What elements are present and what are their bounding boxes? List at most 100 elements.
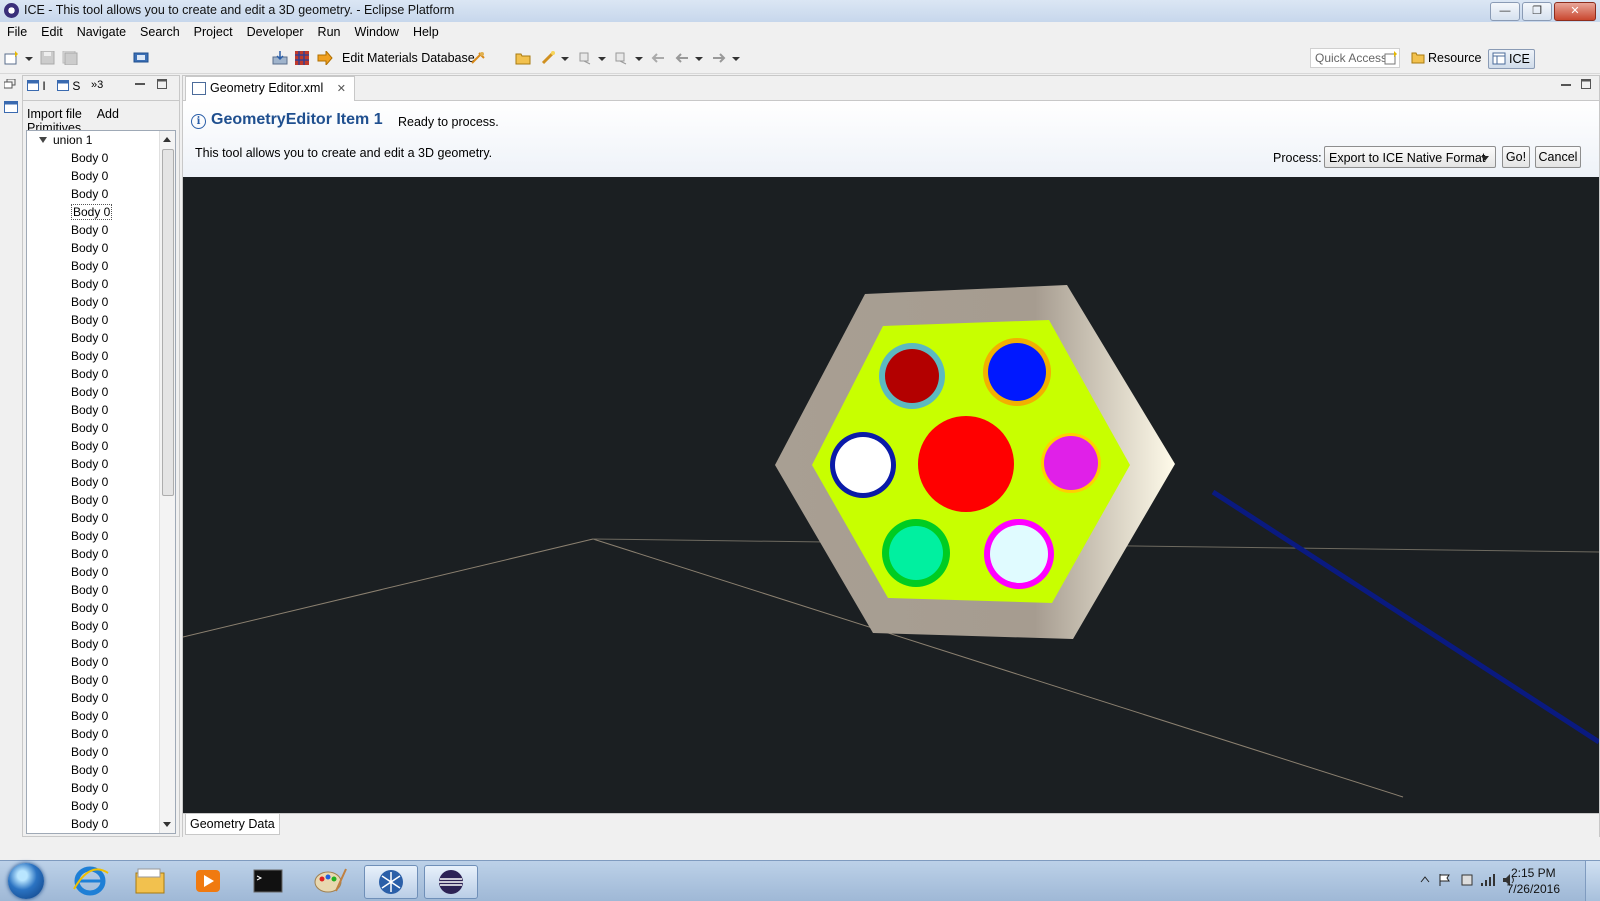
run-icon[interactable] [540, 51, 556, 65]
tree-item-body[interactable]: Body 0 [27, 257, 159, 275]
close-tab-icon[interactable]: ✕ [337, 83, 346, 95]
tab-s[interactable]: S [57, 79, 80, 93]
print-icon[interactable] [133, 51, 149, 65]
maximize-view-icon[interactable] [157, 79, 167, 89]
tree-item-body[interactable]: Body 0 [27, 707, 159, 725]
tree-item-body[interactable]: Body 0 [27, 671, 159, 689]
minimize-view-icon[interactable] [135, 80, 145, 88]
system-clock[interactable]: 2:15 PM 7/26/2016 [1507, 865, 1560, 897]
show-desktop-button[interactable] [1585, 861, 1600, 901]
save-icon[interactable] [40, 51, 56, 65]
open-folder-icon[interactable] [515, 51, 531, 65]
back-icon[interactable] [674, 51, 690, 65]
back-dropdown-icon[interactable] [694, 51, 704, 65]
tree-item-body[interactable]: Body 0 [27, 239, 159, 257]
process-select[interactable]: Export to ICE Native Format [1324, 146, 1496, 168]
run-dropdown-icon[interactable] [560, 51, 570, 65]
minimize-button[interactable]: — [1490, 2, 1520, 21]
edit-materials-database-button[interactable]: Edit Materials Database [342, 51, 475, 65]
prev-annotation-dropdown-icon[interactable] [634, 51, 644, 65]
tree-item-body[interactable]: Body 0 [27, 563, 159, 581]
tree-item-body[interactable]: Body 0 [27, 329, 159, 347]
network-icon[interactable] [1480, 873, 1496, 887]
menu-search[interactable]: Search [133, 22, 187, 42]
tree-item-body[interactable]: Body 0 [27, 545, 159, 563]
tree-item-body[interactable]: Body 0 [27, 779, 159, 797]
tree-item-body[interactable]: Body 0 [27, 311, 159, 329]
rod-white-fuel[interactable] [835, 437, 891, 493]
eclipse-taskbar-icon[interactable] [424, 865, 478, 899]
tree-item-body[interactable]: Body 0 [27, 833, 159, 834]
device-icon[interactable] [1460, 873, 1474, 887]
start-button[interactable] [8, 863, 44, 899]
tree-item-body[interactable]: Body 0 [27, 455, 159, 473]
import-file-button[interactable]: Import file [27, 107, 82, 121]
tree-item-body[interactable]: Body 0 [27, 149, 159, 167]
tree-item-body[interactable]: Body 0 [27, 293, 159, 311]
menu-edit[interactable]: Edit [34, 22, 70, 42]
rod-green-fuel[interactable] [889, 526, 943, 580]
tree-item-body[interactable]: Body 0 [27, 365, 159, 383]
tree-item-body[interactable]: Body 0 [27, 167, 159, 185]
tab-i[interactable]: I [27, 79, 46, 93]
tree-item-body[interactable]: Body 0 [27, 473, 159, 491]
scroll-up-arrow-icon[interactable] [163, 137, 171, 142]
command-prompt-icon[interactable] [242, 865, 294, 897]
arrow-right-icon[interactable] [317, 51, 333, 65]
tab-geometry-data[interactable]: Geometry Data [185, 814, 280, 835]
tree-item-body[interactable]: Body 0 [27, 599, 159, 617]
tree-scrollbar[interactable] [159, 131, 175, 833]
internet-explorer-icon[interactable] [64, 865, 116, 897]
flag-icon[interactable] [1438, 873, 1452, 887]
import-icon[interactable] [272, 51, 288, 65]
menu-navigate[interactable]: Navigate [70, 22, 133, 42]
maximize-button[interactable]: ❐ [1522, 2, 1552, 21]
media-player-icon[interactable] [182, 865, 234, 897]
tree-item-body[interactable]: Body 0 [27, 743, 159, 761]
tree-item-body[interactable]: Body 0 [27, 275, 159, 293]
tree-item-body[interactable]: Body 0 [27, 185, 159, 203]
tree-item-body[interactable]: Body 0 [27, 653, 159, 671]
open-perspective-icon[interactable] [1384, 51, 1400, 65]
rod-magenta-fuel[interactable] [1044, 436, 1098, 490]
menu-project[interactable]: Project [187, 22, 240, 42]
file-explorer-icon[interactable] [124, 865, 176, 897]
tree-item-body[interactable]: Body 0 [27, 761, 159, 779]
menu-run[interactable]: Run [311, 22, 348, 42]
3d-viewport[interactable] [183, 177, 1599, 813]
rod-blue-fuel[interactable] [988, 343, 1046, 401]
rod-red-fuel[interactable] [885, 349, 939, 403]
tab-overflow[interactable]: »3 [91, 79, 103, 91]
last-edit-icon[interactable] [650, 51, 666, 65]
tree-item-body[interactable]: Body 0 [27, 527, 159, 545]
tree-item-body[interactable]: Body 0 [27, 689, 159, 707]
new-icon[interactable] [4, 51, 20, 65]
paint-icon[interactable] [302, 865, 354, 897]
forward-dropdown-icon[interactable] [731, 51, 741, 65]
expand-triangle-icon[interactable] [39, 137, 47, 143]
scroll-down-arrow-icon[interactable] [163, 822, 171, 827]
tree-item-body[interactable]: Body 0 [27, 419, 159, 437]
perspective-ice[interactable]: ICE [1488, 49, 1535, 69]
tool-icon[interactable] [470, 51, 486, 65]
menu-file[interactable]: File [0, 22, 34, 42]
tree-item-body[interactable]: Body 0 [27, 617, 159, 635]
minimize-editor-icon[interactable] [1561, 81, 1571, 89]
show-hidden-icons-icon[interactable] [1420, 875, 1430, 883]
tree-item-body[interactable]: Body 0 [27, 725, 159, 743]
restore-icon[interactable] [4, 79, 16, 89]
tree-item-body[interactable]: Body 0 [27, 815, 159, 833]
table-icon[interactable] [294, 51, 310, 65]
go-button[interactable]: Go! [1502, 146, 1530, 168]
tree-item-body[interactable]: Body 0 [27, 437, 159, 455]
menu-help[interactable]: Help [406, 22, 446, 42]
tab-geometry-editor-xml[interactable]: Geometry Editor.xml ✕ [185, 76, 355, 101]
next-annotation-icon[interactable] [578, 51, 594, 65]
save-all-icon[interactable] [62, 51, 78, 65]
tree-item-body[interactable]: Body 0 [27, 383, 159, 401]
cancel-button[interactable]: Cancel [1535, 146, 1581, 168]
new-dropdown-icon[interactable] [24, 51, 34, 65]
close-button[interactable]: ✕ [1554, 2, 1596, 21]
tree-item-body[interactable]: Body 0 [27, 581, 159, 599]
app-taskbar-icon[interactable] [364, 865, 418, 899]
